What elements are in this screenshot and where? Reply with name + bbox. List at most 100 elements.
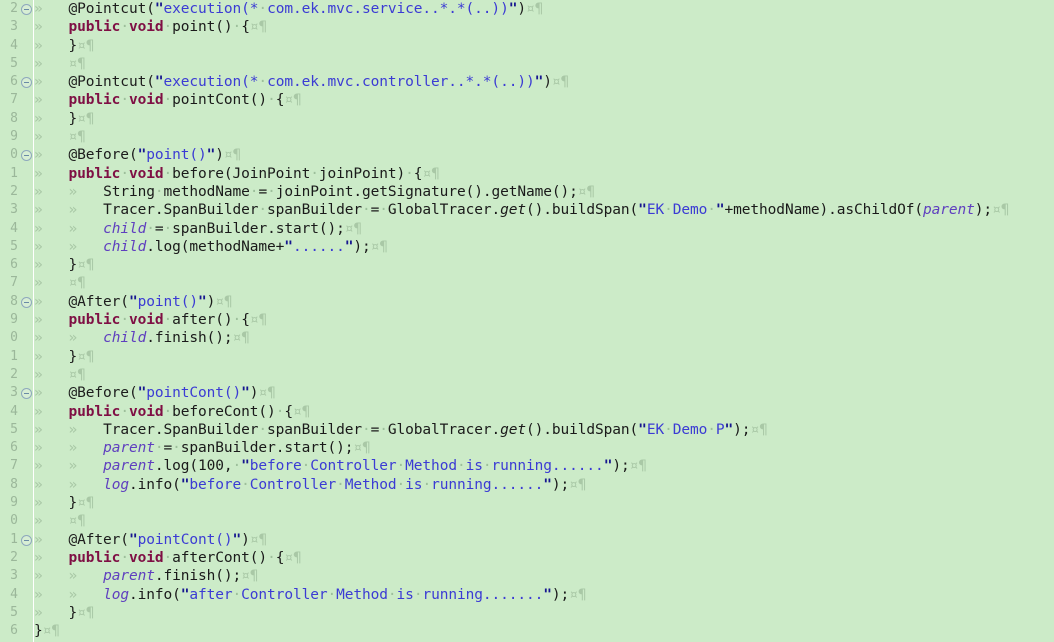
- code-line[interactable]: » }¤¶: [34, 37, 1054, 55]
- gutter-row[interactable]: 5: [0, 604, 33, 622]
- code-line[interactable]: » @Before("pointCont()")¤¶: [34, 384, 1054, 402]
- code-line[interactable]: » » parent.log(100,·"before·Controller·M…: [34, 457, 1054, 475]
- code-line[interactable]: » ¤¶: [34, 55, 1054, 73]
- code-line[interactable]: » @After("pointCont()")¤¶: [34, 531, 1054, 549]
- code-token-plain: =: [370, 421, 380, 438]
- gutter-row[interactable]: 4: [0, 37, 33, 55]
- code-line[interactable]: » » String·methodName·=·joinPoint.getSig…: [34, 183, 1054, 201]
- gutter-row[interactable]: 0: [0, 329, 33, 347]
- gutter-row[interactable]: 3: [0, 201, 33, 219]
- code-line[interactable]: » }¤¶: [34, 494, 1054, 512]
- tab-whitespace-marker: »: [34, 586, 69, 603]
- gutter-row[interactable]: 0: [0, 512, 33, 530]
- code-token-dot: ·: [267, 183, 276, 200]
- code-line[interactable]: » public·void·after()·{¤¶: [34, 311, 1054, 329]
- code-line[interactable]: » }¤¶: [34, 256, 1054, 274]
- code-token-ann: ): [215, 147, 224, 164]
- code-line[interactable]: » ¤¶: [34, 512, 1054, 530]
- gutter-row[interactable]: 9: [0, 494, 33, 512]
- code-token-kw: void: [128, 312, 164, 329]
- code-line[interactable]: » ¤¶: [34, 274, 1054, 292]
- code-token-plain: ().buildSpan(: [525, 421, 639, 438]
- code-line[interactable]: }¤¶: [34, 622, 1054, 640]
- gutter-row[interactable]: 7: [0, 274, 33, 292]
- gutter-row[interactable]: 3: [0, 384, 33, 402]
- code-line[interactable]: » }¤¶: [34, 348, 1054, 366]
- code-line[interactable]: » @Pointcut(" execution(*·com.ek.mvc.cont…: [34, 73, 1054, 91]
- tab-whitespace-marker: »: [34, 238, 69, 255]
- end-of-line-marker: ¤¶: [68, 129, 86, 146]
- code-line[interactable]: » @Before("point()")¤¶: [34, 146, 1054, 164]
- code-line[interactable]: » ¤¶: [34, 128, 1054, 146]
- code-line[interactable]: » » child.finish();¤¶: [34, 329, 1054, 347]
- code-fold-collapse-icon[interactable]: [21, 388, 32, 400]
- gutter-row[interactable]: 2: [0, 549, 33, 567]
- code-line[interactable]: » public·void·before(JoinPoint·joinPoint…: [34, 165, 1054, 183]
- code-line[interactable]: » » Tracer.SpanBuilder·spanBuilder·=·Glo…: [34, 201, 1054, 219]
- code-line[interactable]: » public·void·pointCont()·{¤¶: [34, 91, 1054, 109]
- code-token-quote: ": [128, 531, 138, 548]
- gutter-row[interactable]: 6: [0, 439, 33, 457]
- code-fold-collapse-icon[interactable]: [21, 4, 32, 15]
- code-editor[interactable]: 234567890123456789012345678901234567 » @…: [0, 0, 1054, 642]
- gutter-row[interactable]: 3: [0, 567, 33, 585]
- code-line[interactable]: » » parent.finish();¤¶: [34, 567, 1054, 585]
- gutter-row[interactable]: 8: [0, 293, 33, 311]
- code-line[interactable]: » }¤¶: [34, 604, 1054, 622]
- gutter-row[interactable]: 2: [0, 366, 33, 384]
- code-line[interactable]: » ¤¶: [34, 366, 1054, 384]
- gutter-row[interactable]: 2: [0, 183, 33, 201]
- code-token-dot: ·: [664, 421, 673, 438]
- tab-whitespace-marker: »: [34, 147, 69, 164]
- gutter-row[interactable]: 1: [0, 165, 33, 183]
- code-token-str: pointCont(): [146, 385, 242, 402]
- gutter-row[interactable]: 9: [0, 311, 33, 329]
- code-fold-collapse-icon[interactable]: [21, 77, 32, 89]
- code-fold-collapse-icon[interactable]: [21, 534, 32, 546]
- gutter-row[interactable]: 6: [0, 256, 33, 274]
- code-fold-collapse-icon[interactable]: [21, 150, 32, 162]
- gutter-row[interactable]: 8: [0, 110, 33, 128]
- end-of-line-marker: ¤¶: [68, 275, 86, 292]
- gutter-row[interactable]: 5: [0, 238, 33, 256]
- code-line[interactable]: » » parent·=·spanBuilder.start();¤¶: [34, 439, 1054, 457]
- code-line[interactable]: » public·void·point()·{¤¶: [34, 18, 1054, 36]
- gutter-row[interactable]: 8: [0, 476, 33, 494]
- code-token-plain: joinPoint.getSignature().getName();: [275, 183, 578, 200]
- code-token-str: before: [249, 458, 302, 475]
- code-line[interactable]: » » log.info("after·Controller·Method·is…: [34, 586, 1054, 604]
- code-content-area[interactable]: » @Pointcut("execution(*·com.ek.mvc.serv…: [34, 0, 1054, 642]
- gutter-row[interactable]: 1: [0, 348, 33, 366]
- code-line[interactable]: » @After("point()")¤¶: [34, 293, 1054, 311]
- code-line[interactable]: » » log.info("before·Controller·Method·i…: [34, 476, 1054, 494]
- gutter-row[interactable]: 4: [0, 586, 33, 604]
- gutter-row[interactable]: 7: [0, 457, 33, 475]
- gutter-row[interactable]: 5: [0, 55, 33, 73]
- gutter-row[interactable]: 1: [0, 531, 33, 549]
- code-line[interactable]: » public·void·beforeCont()·{¤¶: [34, 403, 1054, 421]
- line-number-gutter[interactable]: 234567890123456789012345678901234567: [0, 0, 34, 642]
- gutter-row[interactable]: 6: [0, 73, 33, 91]
- gutter-row[interactable]: 0: [0, 146, 33, 164]
- gutter-row[interactable]: 4: [0, 220, 33, 238]
- code-line[interactable]: » » child·=·spanBuilder.start();¤¶: [34, 220, 1054, 238]
- code-token-kw: void: [128, 19, 164, 36]
- gutter-row[interactable]: 5: [0, 421, 33, 439]
- gutter-row[interactable]: 4: [0, 403, 33, 421]
- gutter-row[interactable]: 3: [0, 18, 33, 36]
- tab-whitespace-marker: »: [34, 129, 69, 146]
- code-fold-collapse-icon[interactable]: [21, 296, 32, 308]
- gutter-row[interactable]: 7: [0, 91, 33, 109]
- code-line[interactable]: » » Tracer.SpanBuilder·spanBuilder·=·Glo…: [34, 421, 1054, 439]
- code-line[interactable]: » » child.log(methodName+"......");¤¶: [34, 238, 1054, 256]
- code-line[interactable]: » }¤¶: [34, 110, 1054, 128]
- end-of-line-marker: ¤¶: [422, 165, 440, 182]
- line-number: 5: [10, 55, 18, 71]
- code-line[interactable]: » public·void·afterCont()·{¤¶: [34, 549, 1054, 567]
- gutter-row[interactable]: 9: [0, 128, 33, 146]
- gutter-row[interactable]: 6: [0, 622, 33, 640]
- gutter-row[interactable]: 2: [0, 0, 33, 18]
- code-token-plain: ().buildSpan(: [525, 202, 639, 219]
- code-line[interactable]: » @Pointcut("execution(*·com.ek.mvc.serv…: [34, 0, 1054, 18]
- end-of-line-marker: ¤¶: [292, 403, 311, 420]
